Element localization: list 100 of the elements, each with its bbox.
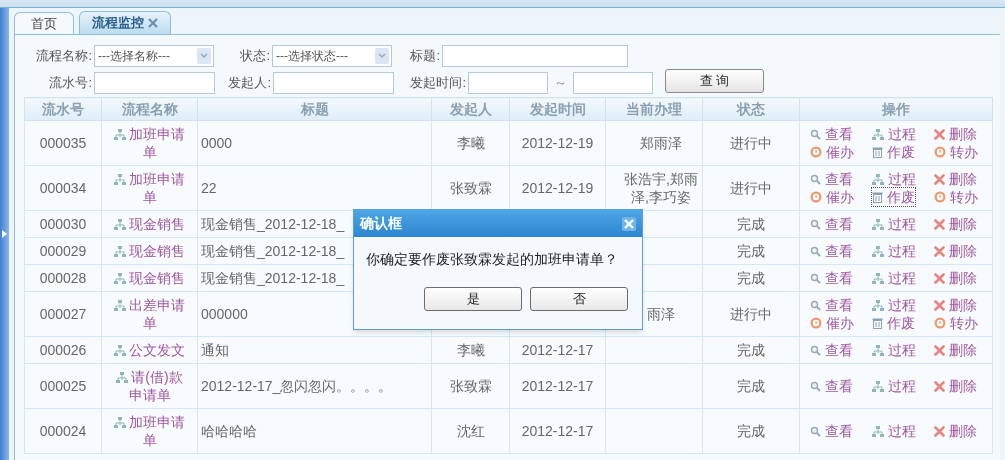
select-field[interactable]: ---选择状态--- [272,44,392,67]
column-header: 发起人 [431,97,510,121]
action-link[interactable]: 删除 [934,125,977,143]
hierarchy-icon [114,246,126,257]
action-link[interactable]: 过程 [872,377,916,395]
magnifier-icon [810,380,821,392]
start-date: 2012-12-19 [521,180,594,196]
clock-icon [810,146,822,158]
action-link[interactable]: 删除 [934,242,977,260]
serial-number: 000025 [39,378,87,394]
column-header: 操作 [799,97,993,121]
delete-icon [934,380,945,392]
title-text: 2012-12-17_忽闪忽闪。。。。 [201,378,393,394]
select-field[interactable]: ---选择名称--- [94,44,214,67]
initiator-name: 李曦 [456,342,485,358]
action-link[interactable]: 转办 [934,143,978,161]
serial-number: 000027 [39,306,87,322]
action-link[interactable]: 查看 [810,341,853,359]
search-button[interactable]: 查 询 [665,69,764,93]
expand-arrow-icon [2,230,7,238]
action-link[interactable]: 转办 [934,314,978,332]
hierarchy-icon [872,128,884,140]
action-link[interactable]: 作废 [872,314,915,332]
input-field[interactable] [442,44,628,67]
hierarchy-icon [114,219,126,230]
magnifier-icon [810,218,821,230]
action-link[interactable]: 过程 [872,422,916,440]
action-link[interactable]: 过程 [872,170,916,188]
action-link[interactable]: 查看 [810,170,853,188]
magnifier-icon [810,344,821,356]
tab[interactable]: 首页 [14,12,74,34]
column-header: 流水号 [24,97,102,121]
action-link[interactable]: 催办 [810,314,854,332]
action-link[interactable]: 过程 [872,269,916,287]
action-link[interactable]: 删除 [934,377,977,395]
field-label: 发起时间: [409,73,467,92]
serial-number: 000035 [39,135,87,151]
action-link[interactable]: 删除 [934,296,977,314]
title-text: 现金销售_2012-12-18_ [201,243,345,259]
magnifier-icon [810,173,821,185]
status-text: 完成 [737,216,765,232]
clock-icon [934,317,946,329]
action-link[interactable]: 删除 [934,215,977,233]
handler-names: 雨泽 [647,306,675,322]
action-link[interactable]: 查看 [810,269,853,287]
action-link[interactable]: 查看 [810,242,853,260]
column-header: 流程名称 [101,97,198,121]
hierarchy-icon [114,174,126,185]
action-link[interactable]: 过程 [872,215,916,233]
date-field[interactable] [468,71,548,94]
field-label: 标题: [409,46,441,65]
magnifier-icon [810,299,821,311]
hierarchy-icon [872,344,884,356]
title-text: 22 [201,180,217,196]
action-link[interactable]: 查看 [810,296,853,314]
action-link[interactable]: 催办 [810,143,854,161]
action-link[interactable]: 过程 [872,341,916,359]
hierarchy-icon [872,245,884,257]
serial-number: 000028 [39,270,87,286]
side-collapse-bar[interactable] [0,8,9,460]
status-text: 进行中 [730,135,772,151]
action-link[interactable]: 删除 [934,269,977,287]
action-link[interactable]: 删除 [934,341,977,359]
title-text: 000000 [201,306,248,322]
action-link[interactable]: 过程 [872,125,916,143]
range-separator: ～ [553,73,568,92]
close-icon[interactable] [622,216,636,231]
close-icon[interactable] [148,18,158,28]
field-label: 流程名称: [35,46,93,65]
serial-number: 000030 [39,216,87,232]
trash-icon [872,146,883,158]
action-link[interactable]: 作废 [872,188,915,206]
dialog-button[interactable]: 否 [530,287,628,311]
action-link[interactable]: 过程 [872,242,916,260]
action-link[interactable]: 查看 [810,215,853,233]
tab[interactable]: 流程监控 [79,11,171,34]
action-link[interactable]: 转办 [934,188,978,206]
initiator-name: 沈红 [456,423,485,439]
action-link[interactable]: 过程 [872,296,916,314]
input-field[interactable] [94,71,215,94]
date-field[interactable] [573,71,653,94]
dialog-button[interactable]: 是 [424,287,522,311]
action-link[interactable]: 查看 [810,422,853,440]
action-link[interactable]: 作废 [872,143,915,161]
serial-number: 000034 [39,180,87,196]
status-text: 进行中 [730,306,772,322]
start-date: 2012-12-17 [521,342,594,358]
title-text: 哈哈哈哈 [201,423,257,439]
hierarchy-icon [114,300,126,311]
delete-icon [934,299,945,311]
delete-icon [934,272,945,284]
action-link[interactable]: 删除 [934,422,977,440]
hierarchy-icon [116,372,129,383]
action-link[interactable]: 查看 [810,377,853,395]
action-link[interactable]: 催办 [810,188,854,206]
input-field[interactable] [273,71,394,94]
magnifier-icon [810,245,821,257]
action-link[interactable]: 删除 [934,170,977,188]
column-header: 标题 [197,97,432,121]
action-link[interactable]: 查看 [810,125,853,143]
